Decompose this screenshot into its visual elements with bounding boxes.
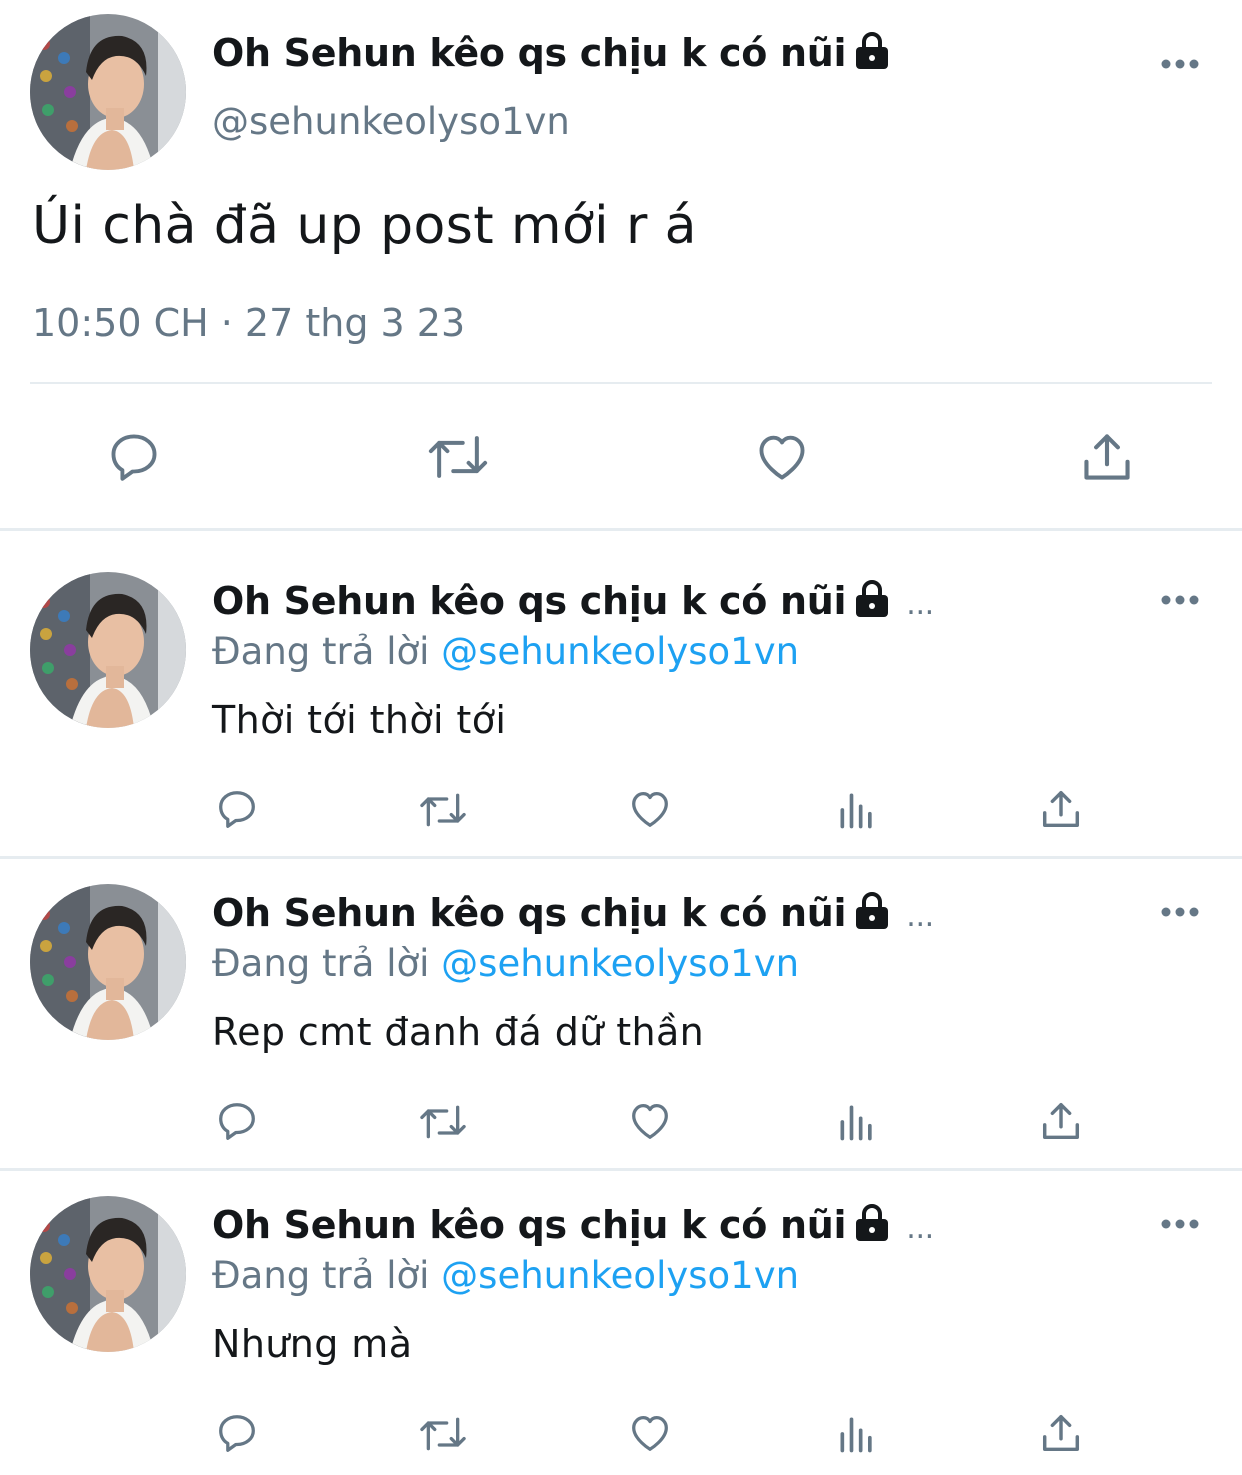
- more-options-icon[interactable]: [1160, 1216, 1200, 1232]
- avatar[interactable]: [30, 572, 186, 728]
- more-options-icon[interactable]: [1160, 592, 1200, 608]
- like-icon[interactable]: [752, 428, 812, 486]
- replying-to-label: Đang trả lời: [212, 630, 430, 673]
- reply-icon[interactable]: [105, 428, 163, 486]
- avatar[interactable]: [30, 14, 186, 170]
- tweet-thread-screen: Oh Sehun kêo qs chịu k có nũi @sehunkeol…: [0, 0, 1242, 1475]
- share-icon[interactable]: [1078, 428, 1136, 486]
- tweet-text: Úi chà đã up post mới r á: [32, 196, 697, 256]
- tweet-text: Rep cmt đanh đá dữ thần: [212, 1010, 705, 1054]
- retweet-icon[interactable]: [416, 1412, 470, 1456]
- avatar[interactable]: [30, 1196, 186, 1352]
- more-options-icon[interactable]: [1160, 904, 1200, 920]
- display-name[interactable]: Oh Sehun kêo qs chịu k có nũi...: [212, 1202, 934, 1247]
- name-truncation: ...: [906, 1211, 934, 1246]
- more-options-icon[interactable]: [1160, 56, 1200, 72]
- share-icon[interactable]: [1038, 786, 1084, 832]
- analytics-icon[interactable]: [834, 1412, 880, 1456]
- display-name[interactable]: Oh Sehun kêo qs chịu k có nũi...: [212, 578, 934, 623]
- replying-to: Đang trả lời @sehunkeolyso1vn: [212, 630, 799, 673]
- tweet-timestamp[interactable]: 10:50 CH · 27 thg 3 23: [32, 301, 465, 345]
- display-name[interactable]: Oh Sehun kêo qs chịu k có nũi: [212, 30, 892, 75]
- divider: [30, 382, 1212, 384]
- like-icon[interactable]: [626, 786, 674, 832]
- replying-to: Đang trả lời @sehunkeolyso1vn: [212, 1254, 799, 1297]
- retweet-icon[interactable]: [416, 1100, 470, 1144]
- retweet-icon[interactable]: [425, 428, 491, 486]
- replying-to-label: Đang trả lời: [212, 1254, 430, 1297]
- mention-link[interactable]: @sehunkeolyso1vn: [441, 1254, 799, 1297]
- reply-icon[interactable]: [214, 1410, 260, 1456]
- retweet-icon[interactable]: [416, 788, 470, 832]
- mention-link[interactable]: @sehunkeolyso1vn: [441, 942, 799, 985]
- name-truncation: ...: [906, 587, 934, 622]
- share-icon[interactable]: [1038, 1410, 1084, 1456]
- divider: [0, 528, 1242, 531]
- name-truncation: ...: [906, 899, 934, 934]
- avatar[interactable]: [30, 884, 186, 1040]
- like-icon[interactable]: [626, 1410, 674, 1456]
- display-name-text: Oh Sehun kêo qs chịu k có nũi: [212, 31, 847, 75]
- replying-to-label: Đang trả lời: [212, 942, 430, 985]
- display-name-text: Oh Sehun kêo qs chịu k có nũi: [212, 579, 847, 623]
- tweet-text: Thời tới thời tới: [212, 698, 507, 742]
- lock-icon: [856, 892, 889, 929]
- mention-link[interactable]: @sehunkeolyso1vn: [441, 630, 799, 673]
- share-icon[interactable]: [1038, 1098, 1084, 1144]
- divider: [0, 856, 1242, 859]
- lock-icon: [856, 1204, 889, 1241]
- divider: [0, 1168, 1242, 1171]
- replying-to: Đang trả lời @sehunkeolyso1vn: [212, 942, 799, 985]
- display-name-text: Oh Sehun kêo qs chịu k có nũi: [212, 1203, 847, 1247]
- display-name[interactable]: Oh Sehun kêo qs chịu k có nũi...: [212, 890, 934, 935]
- lock-icon: [856, 32, 889, 69]
- reply-icon[interactable]: [214, 1098, 260, 1144]
- reply-icon[interactable]: [214, 786, 260, 832]
- lock-icon: [856, 580, 889, 617]
- analytics-icon[interactable]: [834, 788, 880, 832]
- handle[interactable]: @sehunkeolyso1vn: [212, 100, 570, 143]
- tweet-text: Nhưng mà: [212, 1322, 413, 1366]
- like-icon[interactable]: [626, 1098, 674, 1144]
- analytics-icon[interactable]: [834, 1100, 880, 1144]
- display-name-text: Oh Sehun kêo qs chịu k có nũi: [212, 891, 847, 935]
